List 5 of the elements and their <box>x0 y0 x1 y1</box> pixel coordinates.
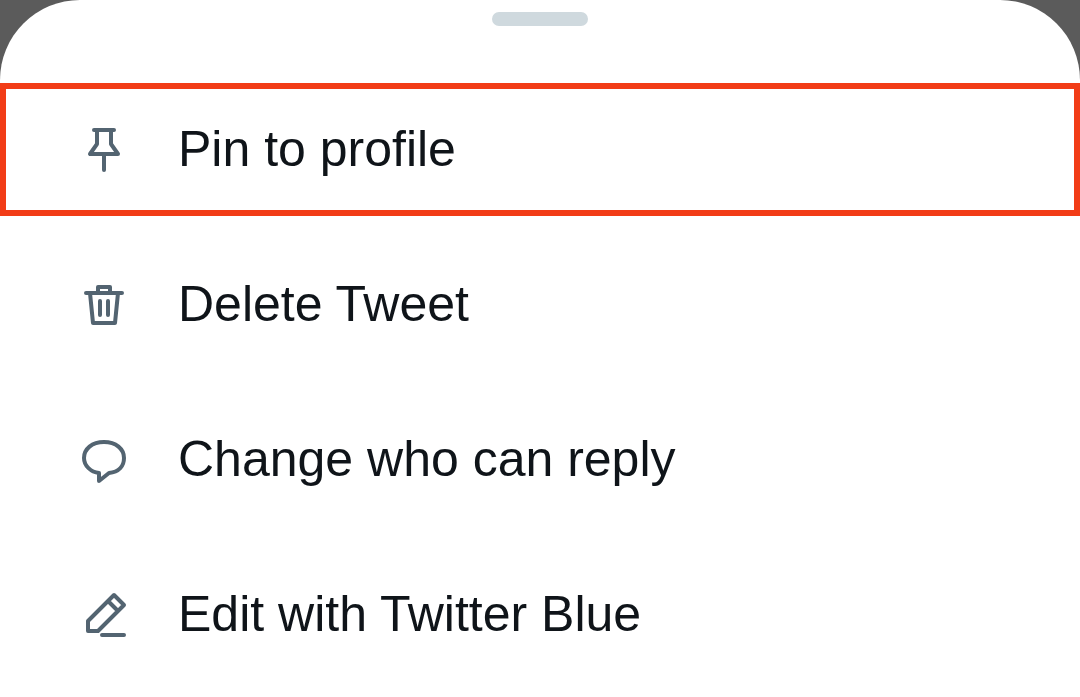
drag-handle[interactable] <box>492 12 588 26</box>
menu-item[interactable]: Change who can reply <box>0 393 1080 526</box>
menu-item[interactable]: Delete Tweet <box>0 238 1080 371</box>
menu-item[interactable]: Edit with Twitter Blue <box>0 548 1080 681</box>
menu-item[interactable]: Pin to profile <box>0 83 1080 216</box>
